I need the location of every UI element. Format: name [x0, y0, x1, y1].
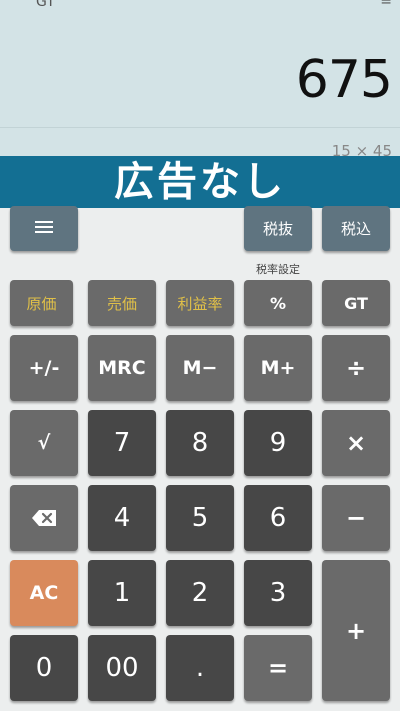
- digit-4-button[interactable]: 4: [88, 485, 156, 551]
- gt-indicator: GT: [36, 0, 55, 10]
- result-value: 675: [295, 50, 393, 110]
- digit-2-button[interactable]: 2: [166, 560, 234, 626]
- ad-free-banner[interactable]: 広告なし: [0, 156, 400, 208]
- equals-button[interactable]: =: [244, 635, 312, 701]
- menu-icon: [35, 220, 53, 238]
- digit-3-button[interactable]: 3: [244, 560, 312, 626]
- backspace-icon: [32, 510, 56, 526]
- double-zero-button[interactable]: 00: [88, 635, 156, 701]
- selling-price-button[interactable]: 売価: [88, 280, 156, 326]
- digit-9-button[interactable]: 9: [244, 410, 312, 476]
- digit-0-button[interactable]: 0: [10, 635, 78, 701]
- menu-button[interactable]: [10, 206, 78, 251]
- memory-minus-button[interactable]: M−: [166, 335, 234, 401]
- display-divider: [0, 127, 400, 128]
- memory-recall-button[interactable]: MRC: [88, 335, 156, 401]
- calculator-display: GT = 675 15 × 45: [0, 0, 400, 160]
- plus-button[interactable]: +: [322, 560, 390, 701]
- percent-button[interactable]: %: [244, 280, 312, 326]
- digit-1-button[interactable]: 1: [88, 560, 156, 626]
- all-clear-button[interactable]: AC: [10, 560, 78, 626]
- tax-exclusive-button[interactable]: 税抜: [244, 206, 312, 251]
- tax-inclusive-button[interactable]: 税込: [322, 206, 390, 251]
- equals-indicator: =: [380, 0, 392, 10]
- digit-8-button[interactable]: 8: [166, 410, 234, 476]
- minus-button[interactable]: −: [322, 485, 390, 551]
- multiply-button[interactable]: ×: [322, 410, 390, 476]
- digit-7-button[interactable]: 7: [88, 410, 156, 476]
- tax-rate-settings-link[interactable]: 税率設定: [244, 261, 312, 277]
- divide-button[interactable]: ÷: [322, 335, 390, 401]
- sign-toggle-button[interactable]: +/-: [10, 335, 78, 401]
- profit-margin-button[interactable]: 利益率: [166, 280, 234, 326]
- decimal-point-button[interactable]: .: [166, 635, 234, 701]
- memory-plus-button[interactable]: M+: [244, 335, 312, 401]
- backspace-button[interactable]: [10, 485, 78, 551]
- cost-button[interactable]: 原価: [10, 280, 73, 326]
- digit-5-button[interactable]: 5: [166, 485, 234, 551]
- grand-total-button[interactable]: GT: [322, 280, 390, 326]
- digit-6-button[interactable]: 6: [244, 485, 312, 551]
- square-root-button[interactable]: √: [10, 410, 78, 476]
